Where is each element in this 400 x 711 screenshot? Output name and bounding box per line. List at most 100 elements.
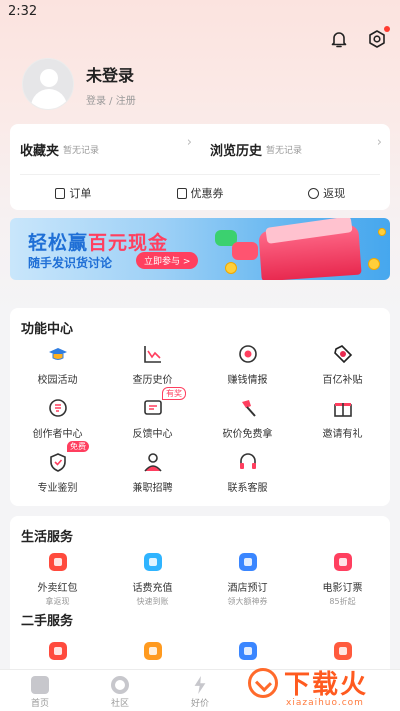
headset-icon xyxy=(237,451,259,473)
function-item[interactable]: 砍价免费拿 xyxy=(200,392,295,446)
function-item[interactable]: 创作者中心 xyxy=(10,392,105,446)
life-service-item[interactable]: 话费充值 快速到账 xyxy=(105,546,200,606)
function-item[interactable]: 免费专业鉴别 xyxy=(10,441,105,500)
deal-icon xyxy=(194,676,206,694)
browse-history-desc: 暂无记录 xyxy=(266,145,303,156)
status-bar: 2:32 xyxy=(0,0,400,26)
life-services: 生活服务 外卖红包 拿返现 话费充值 快速到账 酒店预订 领大额神券 电影订票 85折起 二手… xyxy=(10,516,390,683)
coin-icon xyxy=(368,258,380,270)
tab-label: 首页 xyxy=(30,699,49,709)
bell-icon[interactable] xyxy=(328,28,350,50)
function-label: 砍价免费拿 xyxy=(222,429,273,440)
function-item[interactable]: 邀请有礼 xyxy=(295,392,390,446)
price-chart-icon xyxy=(142,343,164,365)
function-label: 邀请有礼 xyxy=(322,429,363,440)
hotel-icon xyxy=(237,551,259,573)
chevron-right-icon: › xyxy=(186,134,192,150)
shield-check-icon xyxy=(47,451,69,473)
coin-icon xyxy=(225,262,237,274)
profile-name: 未登录 xyxy=(86,65,135,85)
bargain-icon xyxy=(47,640,69,662)
settings-icon[interactable] xyxy=(366,26,390,50)
favorites-title: 收藏夹 xyxy=(20,143,60,159)
top-actions xyxy=(328,26,390,50)
person-icon xyxy=(142,451,164,473)
graduation-cap-icon xyxy=(47,343,69,365)
subsidy-tag-icon xyxy=(332,343,354,365)
quick-link-label: 返现 xyxy=(323,187,346,200)
quick-link-coupons[interactable]: 优惠券 xyxy=(137,185,264,201)
function-item[interactable]: 赚钱情报 xyxy=(200,338,295,392)
function-label: 赚钱情报 xyxy=(227,375,268,386)
coupon-icon xyxy=(176,187,187,199)
chevron-right-icon: › xyxy=(376,134,382,150)
badge-tag: 有奖 xyxy=(162,387,186,400)
function-item[interactable]: 查历史价 xyxy=(105,338,200,392)
function-item[interactable]: 百亿补贴 xyxy=(295,338,390,392)
banner-join-button[interactable]: 立即参与 > xyxy=(136,252,199,269)
film-icon xyxy=(332,551,354,573)
browse-history-entry[interactable]: 浏览历史 暂无记录 › xyxy=(200,135,390,159)
community-icon xyxy=(111,676,129,694)
function-item[interactable]: 兼职招聘 xyxy=(105,446,200,500)
badge-tag: 免费 xyxy=(67,441,89,452)
tab-community[interactable]: 社区 xyxy=(80,670,160,711)
function-item[interactable]: 校园活动 xyxy=(10,338,105,392)
life-service-sublabel: 领大额神券 xyxy=(227,597,268,606)
box-icon xyxy=(332,640,354,662)
function-label: 创作者中心 xyxy=(32,429,83,440)
watermark-logo: 下载火 xiazaihuo.com xyxy=(248,662,398,711)
banner-title: 轻松赢百元现金 xyxy=(28,232,169,254)
feedback-icon xyxy=(142,397,164,419)
function-item[interactable]: 联系客服 xyxy=(200,446,295,500)
money-bag-icon xyxy=(142,640,164,662)
cashback-icon xyxy=(308,187,320,199)
creator-icon xyxy=(47,397,69,419)
function-item[interactable]: 有奖反馈中心 xyxy=(105,387,200,446)
life-services-title: 生活服务 xyxy=(21,530,74,545)
quick-link-label: 优惠券 xyxy=(190,187,224,200)
quick-link-orders[interactable]: 订单 xyxy=(10,185,137,201)
tab-label: 社区 xyxy=(110,699,129,709)
axe-icon xyxy=(237,397,259,419)
target-icon xyxy=(237,343,259,365)
avatar[interactable] xyxy=(22,58,74,110)
home-icon xyxy=(31,676,49,694)
quick-link-label: 订单 xyxy=(69,187,92,200)
function-label: 校园活动 xyxy=(37,375,78,386)
function-label: 百亿补贴 xyxy=(322,375,363,386)
watermark-text: 下载火 xyxy=(284,670,369,700)
function-center: 功能中心 校园活动 查历史价 赚钱情报 百亿补贴 创作者中心 有奖 反馈中心 砍价免费拿 邀请有… xyxy=(10,308,390,506)
life-service-item[interactable]: 外卖红包 拿返现 xyxy=(10,546,105,606)
life-service-sublabel: 85折起 xyxy=(329,597,356,606)
gift-icon xyxy=(332,397,354,419)
life-service-label: 酒店预订 xyxy=(227,583,268,594)
history-card: 收藏夹 暂无记录 › 浏览历史 暂无记录 › 订单 优惠券 返现 xyxy=(10,124,390,210)
life-service-label: 话费充值 xyxy=(132,583,173,594)
status-time: 2:32 xyxy=(8,4,38,19)
notification-dot xyxy=(384,26,390,32)
function-label: 专业鉴别 xyxy=(37,483,78,494)
order-icon xyxy=(55,187,66,199)
function-label: 查历史价 xyxy=(132,375,173,386)
profile-header[interactable]: 未登录 登录 / 注册 xyxy=(22,58,136,110)
function-label: 兼职招聘 xyxy=(132,483,173,494)
trade-icon xyxy=(237,640,259,662)
life-service-sublabel: 拿返现 xyxy=(45,597,70,606)
life-service-item[interactable]: 酒店预订 领大额神券 xyxy=(200,546,295,606)
life-service-item[interactable]: 电影订票 85折起 xyxy=(295,546,390,606)
login-register-link[interactable]: 登录 / 注册 xyxy=(86,92,136,107)
life-service-label: 外卖红包 xyxy=(37,583,78,594)
tab-home[interactable]: 首页 xyxy=(0,670,80,711)
quick-link-cashback[interactable]: 返现 xyxy=(263,185,390,201)
download-logo-icon xyxy=(248,668,278,698)
tab-deals[interactable]: 好价 xyxy=(160,670,240,711)
promo-banner[interactable]: 轻松赢百元现金 随手发识货讨论 立即参与 > xyxy=(10,218,390,280)
browse-history-title: 浏览历史 xyxy=(210,143,263,159)
phone-charge-icon xyxy=(142,551,164,573)
takeout-icon xyxy=(47,551,69,573)
favorites-entry[interactable]: 收藏夹 暂无记录 › xyxy=(10,135,200,159)
function-label: 联系客服 xyxy=(227,483,268,494)
function-label: 反馈中心 xyxy=(132,429,173,440)
favorites-desc: 暂无记录 xyxy=(63,145,100,156)
